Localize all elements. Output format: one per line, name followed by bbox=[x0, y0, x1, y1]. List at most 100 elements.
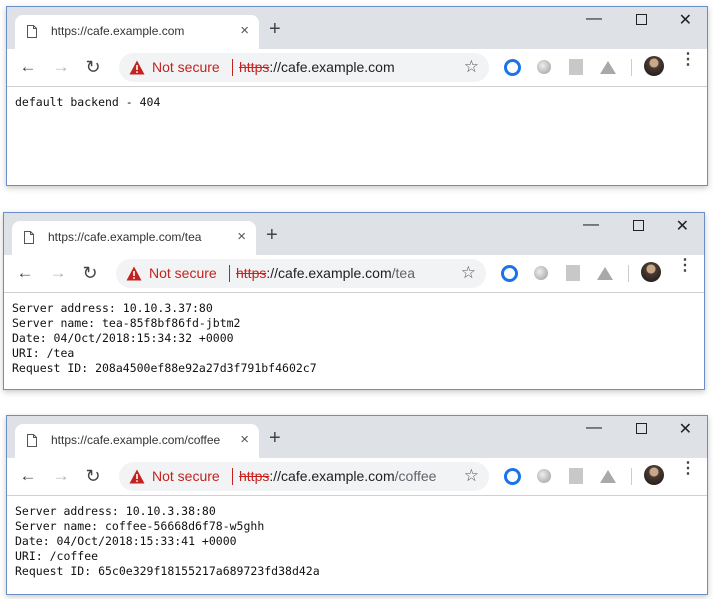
reload-button[interactable]: ↻ bbox=[84, 467, 102, 485]
new-tab-button[interactable]: + bbox=[269, 428, 281, 448]
back-button[interactable]: ← bbox=[19, 467, 37, 485]
url-path: /coffee bbox=[394, 468, 437, 484]
tab-close-icon[interactable]: × bbox=[240, 22, 249, 40]
title-bar: https://cafe.example.com/tea × + — ✕ bbox=[4, 213, 704, 255]
page-content: default backend - 404 bbox=[7, 87, 707, 110]
minimize-button[interactable]: — bbox=[586, 10, 602, 28]
warning-icon bbox=[129, 60, 145, 75]
minimize-button[interactable]: — bbox=[586, 419, 602, 437]
toolbar-divider bbox=[631, 468, 632, 485]
warning-icon bbox=[126, 266, 142, 281]
new-tab-button[interactable]: + bbox=[266, 225, 278, 245]
profile-avatar[interactable] bbox=[641, 262, 661, 282]
divider bbox=[229, 265, 230, 282]
minimize-button[interactable]: — bbox=[583, 216, 599, 234]
browser-window-1: https://cafe.example.com × + — ✕ ← → ↻ N… bbox=[6, 6, 708, 186]
divider bbox=[232, 59, 233, 76]
url-text[interactable]: https://cafe.example.com bbox=[239, 59, 395, 75]
tab-close-icon[interactable]: × bbox=[240, 431, 249, 449]
warning-icon bbox=[129, 469, 145, 484]
content-line: Date: 04/Oct/2018:15:33:41 +0000 bbox=[15, 534, 237, 548]
maximize-button[interactable] bbox=[633, 218, 644, 236]
maximize-button[interactable] bbox=[636, 421, 647, 439]
url-host: ://cafe.example.com bbox=[269, 468, 395, 484]
browser-tab[interactable]: https://cafe.example.com × bbox=[15, 15, 259, 49]
divider bbox=[232, 468, 233, 485]
extension-circle-icon[interactable] bbox=[503, 467, 521, 485]
url-host: ://cafe.example.com bbox=[266, 265, 392, 281]
page-icon bbox=[27, 434, 37, 447]
url-scheme: https bbox=[239, 59, 270, 75]
page-content: Server address: 10.10.3.37:80 Server name… bbox=[4, 293, 704, 376]
profile-avatar[interactable] bbox=[644, 56, 664, 76]
close-window-button[interactable]: ✕ bbox=[679, 421, 692, 439]
extension-ball-icon[interactable] bbox=[532, 264, 550, 282]
browser-window-2: https://cafe.example.com/tea × + — ✕ ← →… bbox=[3, 212, 705, 390]
content-line: Request ID: 65c0e329f18155217a689723fd38… bbox=[15, 564, 320, 578]
extension-pdf-icon[interactable] bbox=[567, 467, 585, 485]
address-bar[interactable]: Not secure https://cafe.example.com/coff… bbox=[119, 462, 489, 491]
page-icon bbox=[24, 231, 34, 244]
extension-ball-icon[interactable] bbox=[535, 467, 553, 485]
content-line: default backend - 404 bbox=[15, 95, 161, 109]
reload-button[interactable]: ↻ bbox=[84, 58, 102, 76]
new-tab-button[interactable]: + bbox=[269, 19, 281, 39]
browser-tab[interactable]: https://cafe.example.com/coffee × bbox=[15, 424, 259, 458]
menu-icon[interactable]: ⋮ bbox=[680, 461, 696, 477]
address-bar[interactable]: Not secure https://cafe.example.com/tea … bbox=[116, 259, 486, 288]
profile-avatar[interactable] bbox=[644, 465, 664, 485]
not-secure-label[interactable]: Not secure bbox=[152, 59, 220, 75]
content-line: URI: /coffee bbox=[15, 549, 99, 563]
url-text[interactable]: https://cafe.example.com/coffee bbox=[239, 468, 436, 484]
extension-circle-icon[interactable] bbox=[503, 58, 521, 76]
not-secure-label[interactable]: Not secure bbox=[152, 468, 220, 484]
extension-circle-icon[interactable] bbox=[500, 264, 518, 282]
page-content: Server address: 10.10.3.38:80 Server name… bbox=[7, 496, 707, 579]
bookmark-star-icon[interactable]: ☆ bbox=[461, 263, 476, 283]
url-scheme: https bbox=[236, 265, 267, 281]
browser-window-3: https://cafe.example.com/coffee × + — ✕ … bbox=[6, 415, 708, 595]
back-button[interactable]: ← bbox=[16, 264, 34, 282]
url-text[interactable]: https://cafe.example.com/tea bbox=[236, 265, 415, 281]
extension-pdf-icon[interactable] bbox=[564, 264, 582, 282]
content-line: URI: /tea bbox=[12, 346, 75, 360]
content-line: Server name: coffee-56668d6f78-w5ghh bbox=[15, 519, 265, 533]
reload-button[interactable]: ↻ bbox=[81, 264, 99, 282]
toolbar: ← → ↻ Not secure https://cafe.example.co… bbox=[7, 458, 707, 496]
content-line: Server address: 10.10.3.38:80 bbox=[15, 504, 216, 518]
menu-icon[interactable]: ⋮ bbox=[680, 52, 696, 68]
tab-title: https://cafe.example.com/coffee bbox=[51, 433, 221, 447]
close-window-button[interactable]: ✕ bbox=[679, 12, 692, 30]
browser-tab[interactable]: https://cafe.example.com/tea × bbox=[12, 221, 256, 255]
content-line: Date: 04/Oct/2018:15:34:32 +0000 bbox=[12, 331, 234, 345]
bookmark-star-icon[interactable]: ☆ bbox=[464, 57, 479, 77]
tab-close-icon[interactable]: × bbox=[237, 228, 246, 246]
toolbar-divider bbox=[631, 59, 632, 76]
url-scheme: https bbox=[239, 468, 270, 484]
address-bar[interactable]: Not secure https://cafe.example.com ☆ bbox=[119, 53, 489, 82]
forward-button[interactable]: → bbox=[52, 467, 70, 485]
extension-pdf-icon[interactable] bbox=[567, 58, 585, 76]
bookmark-star-icon[interactable]: ☆ bbox=[464, 466, 479, 486]
menu-icon[interactable]: ⋮ bbox=[677, 258, 693, 274]
content-line: Server address: 10.10.3.37:80 bbox=[12, 301, 213, 315]
content-line: Server name: tea-85f8bf86fd-jbtm2 bbox=[12, 316, 241, 330]
title-bar: https://cafe.example.com × + — ✕ bbox=[7, 7, 707, 49]
url-path: /tea bbox=[391, 265, 415, 281]
tab-title: https://cafe.example.com bbox=[51, 24, 185, 38]
extension-ball-icon[interactable] bbox=[535, 58, 553, 76]
maximize-button[interactable] bbox=[636, 12, 647, 30]
not-secure-label[interactable]: Not secure bbox=[149, 265, 217, 281]
toolbar: ← → ↻ Not secure https://cafe.example.co… bbox=[7, 49, 707, 87]
extension-drive-icon[interactable] bbox=[599, 467, 617, 485]
extension-drive-icon[interactable] bbox=[599, 58, 617, 76]
extension-drive-icon[interactable] bbox=[596, 264, 614, 282]
back-button[interactable]: ← bbox=[19, 58, 37, 76]
forward-button[interactable]: → bbox=[52, 58, 70, 76]
forward-button[interactable]: → bbox=[49, 264, 67, 282]
tab-title: https://cafe.example.com/tea bbox=[48, 230, 202, 244]
close-window-button[interactable]: ✕ bbox=[676, 218, 689, 236]
title-bar: https://cafe.example.com/coffee × + — ✕ bbox=[7, 416, 707, 458]
toolbar: ← → ↻ Not secure https://cafe.example.co… bbox=[4, 255, 704, 293]
content-line: Request ID: 208a4500ef88e92a27d3f791bf46… bbox=[12, 361, 317, 375]
